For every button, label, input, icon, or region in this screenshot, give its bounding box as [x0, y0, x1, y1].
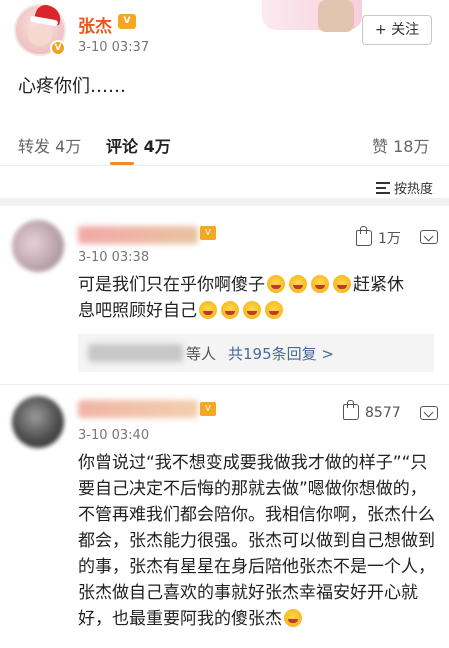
emoji-cry-icon — [199, 301, 217, 319]
tab-comment[interactable]: 评论 4万 — [106, 133, 171, 157]
reply-names-blurred — [88, 344, 183, 362]
emoji-cry-icon — [333, 275, 351, 293]
weibo-post-header: V 张杰 V 3-10 03:37 + 关注 心疼你们…… — [0, 0, 449, 110]
commenter-name[interactable] — [78, 400, 198, 418]
commenter-avatar[interactable] — [12, 396, 64, 448]
avatar-face — [28, 24, 52, 46]
tab-repost[interactable]: 转发 4万 — [18, 133, 81, 157]
replies-preview[interactable]: 等人 共195条回复 > — [78, 334, 434, 372]
tab-active-indicator — [110, 162, 134, 165]
replies-suffix: 等人 — [186, 345, 217, 363]
comment-item: V 3-10 03:40 8577 你曾说过“我不想变成要我做我才做的样子”“只… — [0, 388, 449, 648]
commenter-avatar[interactable] — [12, 220, 64, 272]
comment-item: V 3-10 03:38 1万 可是我们只在乎你啊傻子 赶紧休息吧照顾好自己 等人… — [0, 214, 449, 390]
post-time: 3-10 03:37 — [78, 40, 150, 55]
author-name[interactable]: 张杰 — [78, 12, 112, 37]
sort-icon — [375, 182, 390, 194]
emoji-cry-icon — [267, 275, 285, 293]
vip-icon: V — [118, 14, 136, 29]
verified-icon: V — [50, 40, 66, 56]
like-thumb-icon — [343, 400, 359, 420]
banner-photo — [318, 0, 354, 32]
emoji-cry-icon — [289, 275, 307, 293]
replies-link[interactable]: 共195条回复 > — [228, 343, 334, 364]
comment-text-part: 赶紧休 — [353, 275, 404, 295]
comment-like-count: 1万 — [378, 231, 401, 247]
tab-like[interactable]: 赞 18万 — [372, 133, 429, 157]
comment-more-icon[interactable] — [420, 230, 438, 244]
like-thumb-icon — [356, 226, 372, 246]
emoji-cry-icon — [265, 301, 283, 319]
follow-button[interactable]: + 关注 — [362, 15, 432, 45]
emoji-cry-icon — [243, 301, 261, 319]
emoji-cry-icon — [311, 275, 329, 293]
comment-time: 3-10 03:40 — [78, 428, 150, 443]
sort-by-hotness-button[interactable]: 按热度 — [375, 178, 433, 197]
emoji-cry-icon — [221, 301, 239, 319]
vip-icon: V — [200, 402, 216, 416]
emoji-cry-icon — [284, 609, 302, 627]
comment-text: 可是我们只在乎你啊傻子 赶紧休息吧照顾好自己 — [78, 272, 438, 324]
comment-like-button[interactable]: 1万 — [356, 226, 401, 248]
comment-text-part: 可是我们只在乎你啊傻子 — [78, 275, 265, 295]
comment-time: 3-10 03:38 — [78, 250, 150, 265]
sort-bar: 按热度 — [0, 168, 449, 206]
post-tabs: 转发 4万 评论 4万 赞 18万 — [0, 120, 449, 166]
sort-label: 按热度 — [393, 182, 433, 197]
comment-like-count: 8577 — [365, 405, 401, 421]
comment-like-button[interactable]: 8577 — [343, 400, 401, 421]
commenter-name[interactable] — [78, 226, 198, 244]
post-text: 心疼你们…… — [18, 76, 126, 97]
divider — [0, 384, 449, 385]
comment-more-icon[interactable] — [420, 406, 438, 420]
comment-text-part: 息吧照顾好自己 — [78, 301, 197, 321]
vip-icon: V — [200, 226, 216, 240]
comment-text: 你曾说过“我不想变成要我做我才做的样子”“只要自己决定不后悔的那就去做”嗯做你想… — [78, 450, 438, 632]
comment-text-part: 你曾说过“我不想变成要我做我才做的样子”“只要自己决定不后悔的那就去做”嗯做你想… — [78, 453, 435, 629]
